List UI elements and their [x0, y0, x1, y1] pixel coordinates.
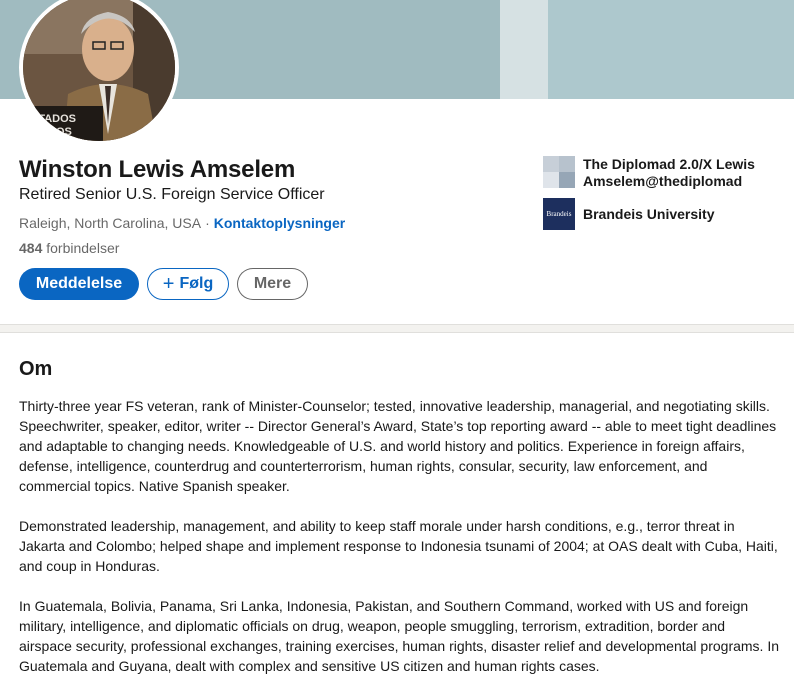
- about-text: Thirty-three year FS veteran, rank of Mi…: [19, 396, 779, 679]
- connections-number: 484: [19, 240, 43, 256]
- profile-avatar[interactable]: STADOS NIDOS: [19, 0, 179, 145]
- school-name: Brandeis University: [583, 206, 715, 222]
- message-button[interactable]: Meddelelse: [19, 268, 139, 300]
- about-paragraph: In Guatemala, Bolivia, Panama, Sri Lanka…: [19, 598, 780, 674]
- separator-dot: ·: [205, 215, 210, 231]
- company-name: The Diplomad 2.0/X Lewis Amselem@thedipl…: [583, 156, 755, 190]
- avatar-sign-text: STADOS: [31, 113, 76, 125]
- plus-icon: +: [162, 273, 175, 295]
- connections-label: forbindelser: [46, 240, 120, 256]
- more-button[interactable]: Mere: [237, 268, 308, 300]
- profile-name: Winston Lewis Amselem: [19, 156, 296, 183]
- contact-info-link[interactable]: Kontaktoplysninger: [214, 215, 345, 231]
- follow-label: Følg: [179, 275, 214, 292]
- connections-count[interactable]: 484 forbindelser: [19, 240, 119, 256]
- section-divider: [0, 324, 794, 333]
- company-name-line: Amselem@thediplomad: [583, 173, 743, 189]
- profile-headline: Retired Senior U.S. Foreign Service Offi…: [19, 186, 325, 203]
- avatar-sign-text: NIDOS: [37, 126, 72, 138]
- about-paragraph: Thirty-three year FS veteran, rank of Mi…: [19, 398, 777, 494]
- profile-location: Raleigh, North Carolina, USA: [19, 215, 202, 231]
- company-logo: [543, 156, 575, 188]
- banner-shape: [548, 0, 794, 99]
- education-school[interactable]: Brandeis Brandeis University: [543, 198, 715, 230]
- school-logo: Brandeis: [543, 198, 575, 230]
- about-heading: Om: [19, 358, 53, 380]
- location-row: Raleigh, North Carolina, USA · Kontaktoply…: [19, 215, 345, 231]
- follow-button[interactable]: + Følg: [147, 268, 229, 300]
- current-company[interactable]: The Diplomad 2.0/X Lewis Amselem@thedipl…: [543, 156, 755, 190]
- banner-shape: [500, 0, 548, 99]
- avatar-photo: STADOS NIDOS: [23, 0, 175, 141]
- about-paragraph: Demonstrated leadership, management, and…: [19, 518, 778, 574]
- company-name-line: The Diplomad 2.0/X Lewis: [583, 156, 755, 172]
